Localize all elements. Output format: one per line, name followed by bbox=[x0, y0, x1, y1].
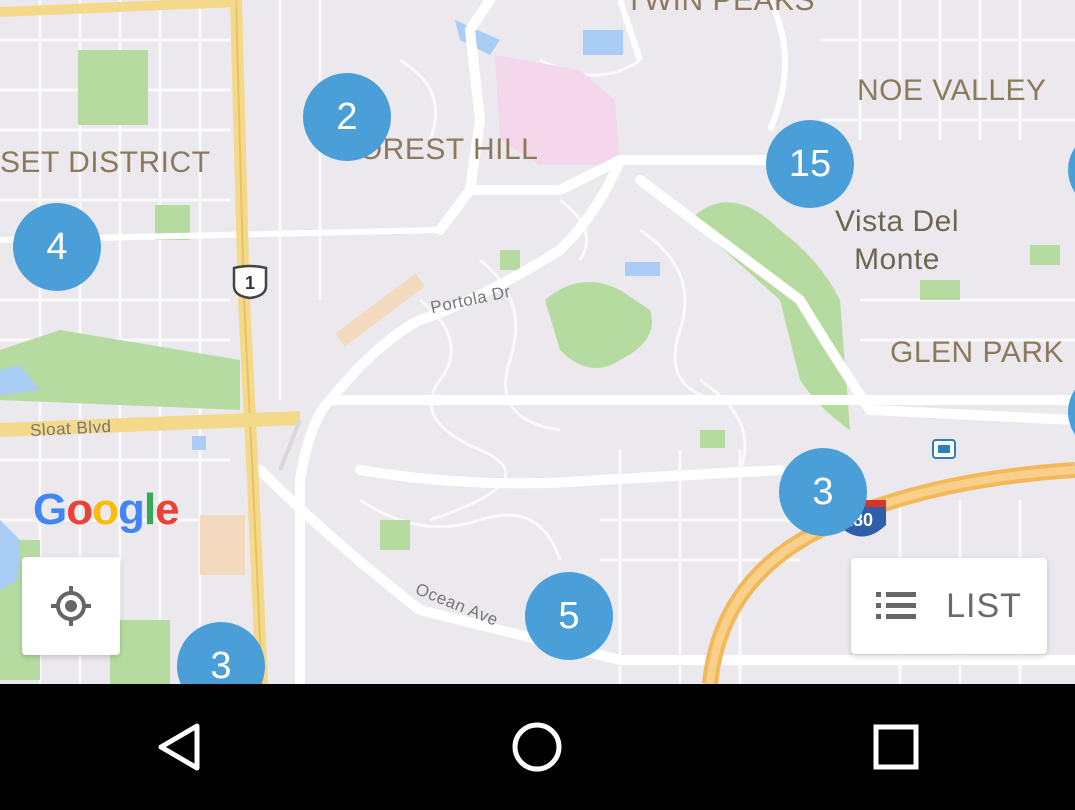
cluster-marker[interactable]: 2 bbox=[303, 73, 391, 161]
cluster-marker[interactable]: 5 bbox=[525, 572, 613, 660]
cluster-marker[interactable]: 15 bbox=[766, 120, 854, 208]
svg-text:1: 1 bbox=[245, 273, 255, 293]
monte-line: Monte bbox=[854, 243, 940, 276]
vista-del-line: Vista Del bbox=[835, 205, 960, 238]
recents-square-icon bbox=[873, 724, 919, 770]
back-button[interactable] bbox=[119, 687, 239, 807]
system-navigation-bar bbox=[0, 684, 1075, 810]
label-sunset-district: SET DISTRICT bbox=[0, 146, 211, 179]
recents-button[interactable] bbox=[836, 687, 956, 807]
home-circle-icon bbox=[512, 722, 562, 772]
list-icon bbox=[876, 592, 917, 619]
google-logo: Google bbox=[33, 485, 180, 534]
label-twin-peaks: TWIN PEAKS bbox=[625, 0, 816, 17]
my-location-button[interactable] bbox=[22, 557, 120, 655]
list-button-label: LIST bbox=[946, 586, 1022, 625]
home-button[interactable] bbox=[477, 687, 597, 807]
label-vista-del-monte: Vista Del Monte bbox=[835, 203, 959, 279]
list-view-button[interactable]: LIST bbox=[851, 558, 1047, 654]
cluster-marker[interactable]: 3 bbox=[779, 448, 867, 536]
label-noe-valley: NOE VALLEY bbox=[857, 74, 1047, 107]
map-view[interactable]: 1 280 TWIN PEAKS NOE VALLEY FOREST HILL … bbox=[0, 0, 1075, 684]
my-location-icon bbox=[51, 586, 91, 626]
label-glen-park: GLEN PARK bbox=[890, 336, 1064, 369]
back-triangle-icon bbox=[158, 723, 200, 771]
cluster-marker[interactable]: 4 bbox=[13, 203, 101, 291]
highway-1-shield: 1 bbox=[232, 264, 268, 300]
label-sloat-blvd: Sloat Blvd bbox=[29, 416, 112, 441]
